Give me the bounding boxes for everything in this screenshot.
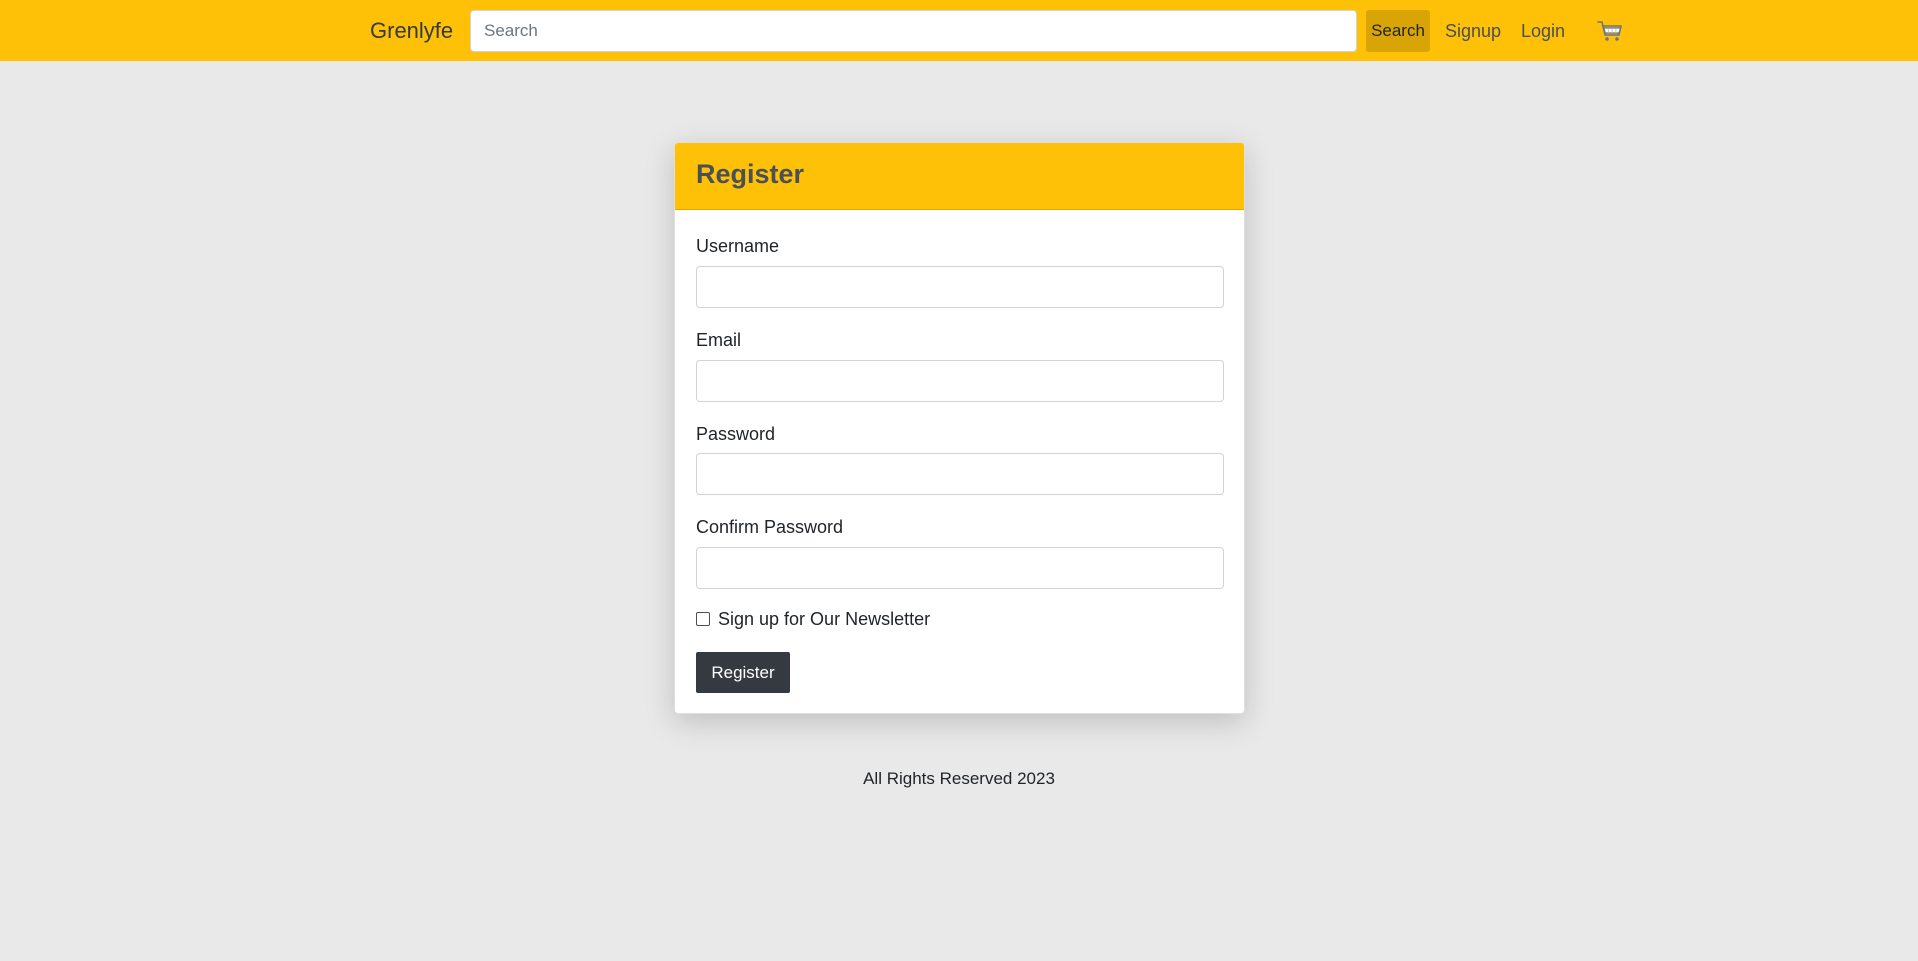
- username-field[interactable]: [696, 266, 1224, 308]
- footer-copyright: All Rights Reserved 2023: [863, 769, 1055, 788]
- register-card: Register Username Email Password Confirm…: [674, 142, 1245, 714]
- password-label: Password: [696, 424, 776, 444]
- newsletter-checkbox[interactable]: [696, 612, 710, 626]
- password-field[interactable]: [696, 453, 1224, 495]
- register-title: Register: [696, 159, 805, 189]
- username-label: Username: [696, 236, 780, 256]
- confirm-password-field[interactable]: [696, 547, 1224, 589]
- confirm-password-label: Confirm Password: [696, 517, 844, 537]
- cart-icon[interactable]: [1596, 18, 1624, 44]
- email-field[interactable]: [696, 360, 1224, 402]
- top-navbar: Grenlyfe Search Signup Login: [0, 0, 1918, 61]
- search-input[interactable]: [470, 10, 1357, 52]
- search-button[interactable]: Search: [1366, 10, 1430, 52]
- email-label: Email: [696, 330, 742, 350]
- nav-signup-link[interactable]: Signup: [1445, 20, 1501, 42]
- brand-logo[interactable]: Grenlyfe: [370, 18, 453, 44]
- register-card-header: Register: [675, 143, 1244, 210]
- newsletter-label: Sign up for Our Newsletter: [718, 609, 931, 629]
- register-button[interactable]: Register: [696, 652, 790, 693]
- nav-login-link[interactable]: Login: [1521, 20, 1565, 42]
